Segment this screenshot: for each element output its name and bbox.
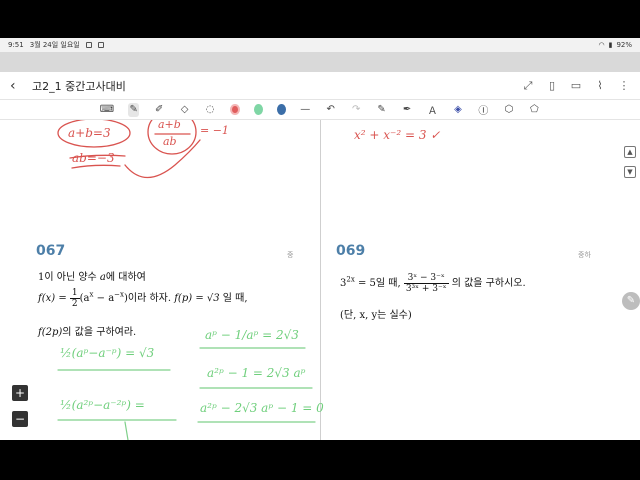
book-icon[interactable]: ▯ xyxy=(546,79,558,93)
status-date: 3월 24일 일요일 xyxy=(29,41,80,49)
zoom-in-button[interactable]: + xyxy=(12,385,28,401)
highlighter-icon[interactable]: ✐ xyxy=(153,103,164,117)
expand-icon[interactable]: ⤢ xyxy=(522,79,534,93)
fraction-expression: 3ˣ − 3⁻ˣ 3³ˣ + 3⁻ˣ xyxy=(403,273,449,294)
notification-icon xyxy=(97,42,104,48)
status-time: 9:51 xyxy=(8,41,24,49)
page-nav-up-icon[interactable]: ▲ xyxy=(624,146,636,158)
stamp-icon[interactable]: ⬡ xyxy=(503,103,514,117)
keyboard-icon[interactable]: ⌨ xyxy=(100,103,114,117)
problem-069-line1: 32x = 5일 때, 3ˣ − 3⁻ˣ 3³ˣ + 3⁻ˣ 의 값을 구하시오. xyxy=(340,273,526,294)
undo-icon[interactable]: ↶ xyxy=(325,103,336,117)
system-status-bar: 9:51 3월 24일 일요일 ◠ ▮ 92% xyxy=(0,38,640,52)
drawing-toolbar: ⌨ ✎ ✐ ◇ ◌ — ↶ ↷ ✎ ✒ Ａ ◈ Ⓘ ⬡ ⬠ xyxy=(0,100,640,120)
page-layout-icon[interactable]: ▭ xyxy=(570,79,582,93)
stroke-width-icon[interactable]: — xyxy=(300,103,311,117)
wifi-icon: ◠ xyxy=(598,41,605,49)
calligraphy-icon[interactable]: ✒ xyxy=(401,103,412,117)
pen-tool-icon[interactable]: ✎ xyxy=(128,102,140,117)
color-swatch-blue[interactable] xyxy=(276,104,286,115)
shape-fill-icon[interactable]: ◈ xyxy=(452,103,463,117)
redo-icon[interactable]: ↷ xyxy=(350,103,361,117)
notification-icon xyxy=(85,42,92,48)
note-canvas[interactable]: a+b=3 ab=−3 a+b ab = −1 x² + x⁻² = 3 ✓ 0… xyxy=(0,120,640,440)
app-frame-band xyxy=(0,52,640,72)
pen-fab-icon[interactable]: ✎ xyxy=(622,292,640,310)
difficulty-badge-right: 중하 xyxy=(578,251,591,259)
back-arrow-icon[interactable]: ‹ xyxy=(10,78,26,94)
app-title-bar: ‹ 고2_1 중간고사대비 ⤢ ▯ ▭ ⌇ ⋮ xyxy=(0,72,640,100)
handwriting-green-strokes xyxy=(57,347,316,440)
problem-number-right: 069 xyxy=(336,243,366,259)
lasso-icon[interactable]: ◌ xyxy=(204,103,215,117)
eraser-icon[interactable]: ◇ xyxy=(179,103,190,117)
color-swatch-green[interactable] xyxy=(253,104,263,115)
signal-icon: ▮ xyxy=(608,41,613,49)
more-menu-icon[interactable]: ⋮ xyxy=(618,79,630,93)
attach-icon[interactable]: ⌇ xyxy=(594,79,606,93)
color-swatch-red[interactable] xyxy=(229,104,240,115)
page-nav-down-icon[interactable]: ▼ xyxy=(624,166,636,178)
text-box-icon[interactable]: Ⓘ xyxy=(478,103,489,117)
stroke xyxy=(124,421,129,440)
pen-settings-icon[interactable]: ✎ xyxy=(376,103,387,117)
problem-069-line2: (단, x, y는 실수) xyxy=(340,310,412,321)
zoom-out-button[interactable]: − xyxy=(12,411,28,427)
shapes-icon[interactable]: ⬠ xyxy=(529,103,540,117)
battery-level: 92% xyxy=(616,41,632,49)
document-title: 고2_1 중간고사대비 xyxy=(32,79,126,93)
text-tool-icon[interactable]: Ａ xyxy=(427,103,438,117)
